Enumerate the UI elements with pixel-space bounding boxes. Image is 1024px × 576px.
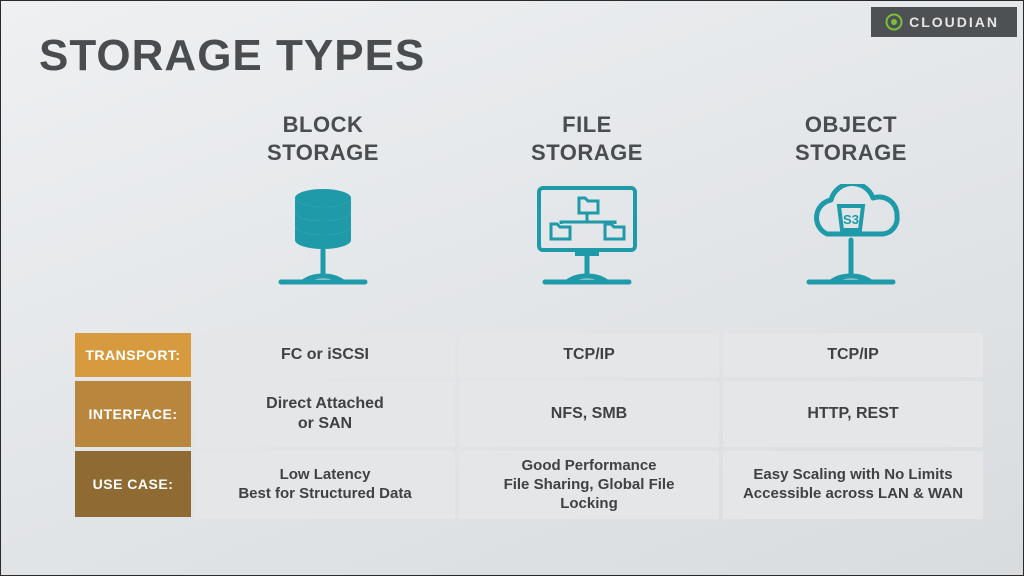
cell-usecase-file: Good PerformanceFile Sharing, Global Fil…: [459, 451, 719, 519]
block-storage-icon: [191, 184, 455, 294]
column-title: FILE STORAGE: [455, 111, 719, 166]
column-title: OBJECT STORAGE: [719, 111, 983, 166]
cell-interface-file: NFS, SMB: [459, 381, 719, 447]
comparison-table: TRANSPORT: FC or iSCSI TCP/IP TCP/IP INT…: [75, 333, 983, 519]
file-storage-icon: [455, 184, 719, 294]
cell-transport-block: FC or iSCSI: [195, 333, 455, 377]
column-block: BLOCK STORAGE: [191, 111, 455, 294]
row-label-interface: INTERFACE:: [75, 381, 191, 447]
column-object: OBJECT STORAGE S3: [719, 111, 983, 294]
cell-usecase-block: Low LatencyBest for Structured Data: [195, 451, 455, 519]
page-title: STORAGE TYPES: [39, 31, 425, 81]
cell-usecase-object: Easy Scaling with No LimitsAccessible ac…: [723, 451, 983, 519]
cell-interface-block: Direct Attachedor SAN: [195, 381, 455, 447]
brand-logo-icon: [885, 13, 903, 31]
column-title: BLOCK STORAGE: [191, 111, 455, 166]
brand-bar: CLOUDIAN: [871, 7, 1017, 37]
brand-name: CLOUDIAN: [909, 14, 999, 30]
columns-header: BLOCK STORAGE FILE STORAGE: [191, 111, 983, 294]
s3-badge-text: S3: [843, 212, 859, 227]
object-storage-icon: S3: [719, 184, 983, 294]
row-label-usecase: USE CASE:: [75, 451, 191, 517]
row-label-transport: TRANSPORT:: [75, 333, 191, 377]
cell-interface-object: HTTP, REST: [723, 381, 983, 447]
column-file: FILE STORAGE: [455, 111, 719, 294]
cell-transport-file: TCP/IP: [459, 333, 719, 377]
cell-transport-object: TCP/IP: [723, 333, 983, 377]
